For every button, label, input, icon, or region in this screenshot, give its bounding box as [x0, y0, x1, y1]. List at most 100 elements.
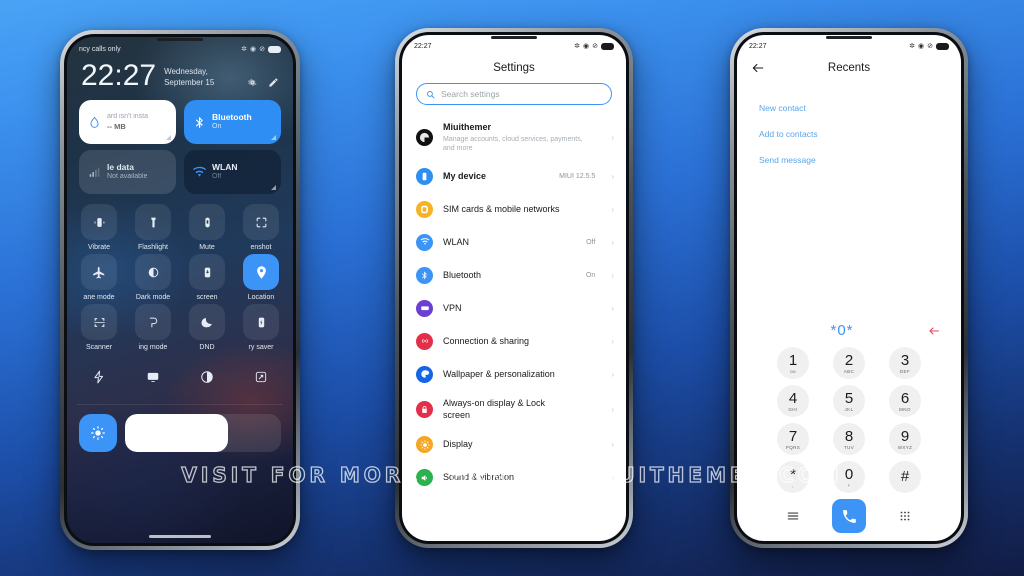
- dial-key[interactable]: 5 JKL: [821, 385, 877, 417]
- tile-storage[interactable]: ard isn't insta -- MB: [79, 100, 176, 144]
- settings-row-my-device[interactable]: My device MIUI 12.5.5 ›: [402, 160, 626, 193]
- dial-digit: 1: [788, 351, 798, 369]
- toggle-reading-mode[interactable]: ing mode: [127, 304, 179, 351]
- toggle-lightning[interactable]: [73, 359, 125, 395]
- dial-key[interactable]: 2 ABC: [821, 347, 877, 379]
- settings-row-connection-sharing[interactable]: Connection & sharing ›: [402, 325, 626, 358]
- chevron-right-icon: ›: [611, 405, 614, 415]
- mute-icon: [189, 204, 225, 240]
- dial-digit: 2: [844, 351, 854, 369]
- link-add-to-contacts[interactable]: Add to contacts: [737, 121, 961, 147]
- settings-row-account[interactable]: Miuithemer Manage accounts, cloud servic…: [402, 115, 626, 160]
- settings-row-display[interactable]: Display ›: [402, 428, 626, 461]
- earpiece-speaker: [491, 36, 537, 39]
- settings-row-bluetooth[interactable]: Bluetooth On ›: [402, 259, 626, 292]
- dial-key[interactable]: 4 GHI: [765, 385, 821, 417]
- chevron-right-icon: ›: [611, 132, 614, 142]
- settings-row-label: Wallpaper & personalization: [443, 368, 555, 379]
- toggle-label: Mute: [199, 244, 215, 251]
- settings-screen: 22:27 ✲ ◉ ⊘ Settings Search settings Miu…: [402, 35, 626, 541]
- tile-wlan-sub: Off: [212, 172, 222, 180]
- dial-key[interactable]: 6 MNO: [877, 385, 933, 417]
- settings-row-wlan[interactable]: WLAN Off ›: [402, 226, 626, 259]
- tile-mobile-data[interactable]: le data Not available: [79, 150, 176, 194]
- chevron-right-icon: ›: [611, 336, 614, 346]
- dial-letters: TUV: [843, 444, 855, 450]
- toggle-label: Scanner: [85, 344, 113, 351]
- toggle-label: ane mode: [83, 294, 115, 301]
- dial-key[interactable]: #: [877, 461, 933, 493]
- settings-row-vpn[interactable]: VPN ›: [402, 292, 626, 325]
- toggle-dnd[interactable]: DND: [181, 304, 233, 351]
- edit-pencil-icon[interactable]: [268, 77, 279, 88]
- toggle-screen-cast[interactable]: [127, 359, 179, 395]
- contact-actions: New contact Add to contacts Send message: [737, 85, 961, 173]
- dial-key[interactable]: 1 oo: [765, 347, 821, 379]
- toggle-flashlight[interactable]: Flashlight: [127, 204, 179, 251]
- settings-list: Miuithemer Manage accounts, cloud servic…: [402, 115, 626, 541]
- dial-key[interactable]: *,: [765, 461, 821, 493]
- tile-bluetooth[interactable]: Bluetooth On: [184, 100, 281, 144]
- battery-icon: [268, 45, 281, 53]
- toggle-scanner[interactable]: Scanner: [73, 304, 125, 351]
- dial-key[interactable]: 0 +: [821, 461, 877, 493]
- settings-row-wallpaper[interactable]: Wallpaper & personalization ›: [402, 358, 626, 391]
- brightness-slider-fill: [125, 414, 228, 452]
- tile-storage-sub: -- MB: [107, 121, 126, 131]
- toggle-cast-screen[interactable]: screen: [181, 254, 233, 301]
- dial-digit: 9: [900, 427, 910, 445]
- phone-call-icon[interactable]: [832, 499, 866, 533]
- status-time: 22:27: [414, 42, 432, 50]
- link-send-message[interactable]: Send message: [737, 147, 961, 173]
- settings-row-sound-vibration[interactable]: Sound & vibration ›: [402, 461, 626, 494]
- brightness-icon[interactable]: [79, 414, 117, 452]
- brightness-slider[interactable]: [125, 414, 281, 452]
- dial-key[interactable]: 7 PQRS: [765, 423, 821, 455]
- dnd-icon: ⊘: [592, 43, 598, 50]
- page-title: Recents: [827, 62, 871, 74]
- vpn-icon: [416, 299, 433, 317]
- toggle-contrast[interactable]: [181, 359, 233, 395]
- back-arrow-icon[interactable]: [751, 61, 765, 75]
- dial-key[interactable]: 9 WXYZ: [877, 423, 933, 455]
- toggle-label: screen: [196, 294, 218, 301]
- toggle-battery-saver[interactable]: ry saver: [235, 304, 287, 351]
- toggle-label: Vibrate: [87, 244, 111, 251]
- dial-digit: 3: [900, 351, 910, 369]
- toggle-expand[interactable]: [235, 359, 287, 395]
- dialed-number[interactable]: *0*: [757, 322, 927, 339]
- toggle-dark-mode[interactable]: Dark mode: [127, 254, 179, 301]
- search-input[interactable]: Search settings: [416, 83, 612, 105]
- tile-wlan[interactable]: WLAN Off: [184, 150, 281, 194]
- bluetooth-icon: ✲: [241, 46, 248, 53]
- settings-row-always-on-display[interactable]: Always-on display & Lock screen ›: [402, 391, 626, 428]
- link-new-contact[interactable]: New contact: [737, 95, 961, 121]
- big-tiles-row-1: ard isn't insta -- MB Bluetooth On: [67, 91, 293, 144]
- toggle-mute[interactable]: Mute: [181, 204, 233, 251]
- alarm-icon: ◉: [918, 43, 925, 50]
- toggle-airplane-mode[interactable]: ane mode: [73, 254, 125, 301]
- alarm-icon: ◉: [250, 46, 257, 53]
- toggle-label: ing mode: [138, 344, 168, 351]
- home-indicator[interactable]: [149, 535, 211, 538]
- toggle-vibrate[interactable]: Vibrate: [73, 204, 125, 251]
- backspace-arrow-icon[interactable]: [927, 325, 941, 337]
- lockscreen-clock: 22:27 Wednesday, September 15: [67, 55, 293, 91]
- settings-row-sim-cards[interactable]: SIM cards & mobile networks ›: [402, 193, 626, 226]
- dial-key[interactable]: 8 TUV: [821, 423, 877, 455]
- settings-row-label: Connection & sharing: [443, 335, 530, 346]
- device-icon: [416, 167, 433, 185]
- tile-bluetooth-title: Bluetooth: [212, 112, 252, 123]
- menu-lines-icon[interactable]: [786, 509, 800, 523]
- sound-icon: [416, 469, 433, 487]
- bluetooth-icon: ✲: [909, 43, 916, 50]
- carrier-label: ncy calls only: [79, 45, 121, 53]
- clock-date: Wednesday, September 15: [164, 67, 215, 88]
- dial-digit: 6: [900, 389, 910, 407]
- dial-key[interactable]: 3 DEF: [877, 347, 933, 379]
- toggle-screenshot[interactable]: enshot: [235, 204, 287, 251]
- brightness-row: [67, 405, 293, 452]
- toggle-location[interactable]: Location: [235, 254, 287, 301]
- keypad-grid-icon[interactable]: [898, 509, 912, 523]
- settings-gear-icon[interactable]: [247, 77, 258, 88]
